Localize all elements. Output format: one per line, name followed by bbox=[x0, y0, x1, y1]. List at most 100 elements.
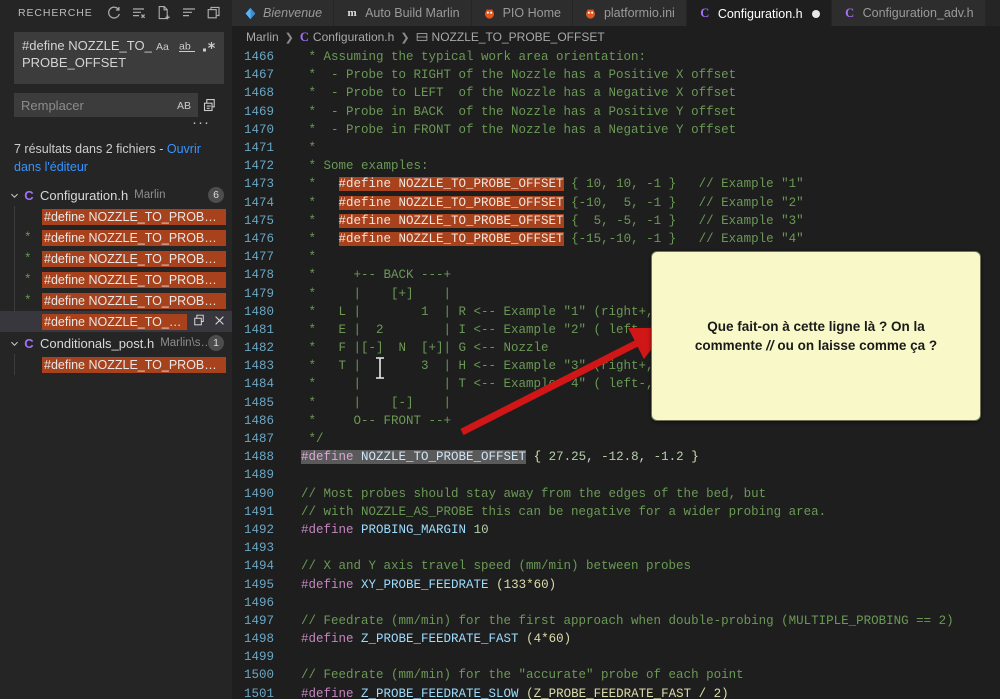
breadcrumb-item[interactable]: C Configuration.h bbox=[300, 30, 394, 45]
note-comment-marker: // bbox=[766, 338, 774, 353]
search-result-file-header[interactable]: C Conditionals_post.h Marlin\s… 1 bbox=[0, 332, 232, 354]
code-line[interactable]: 1491 // with NOZZLE_AS_PROBE this can be … bbox=[232, 503, 1000, 521]
search-result-match[interactable]: * #define NOZZLE_TO_PROBE_OFF… bbox=[0, 269, 232, 290]
code-line[interactable]: 1476 * #define NOZZLE_TO_PROBE_OFFSET {-… bbox=[232, 230, 1000, 248]
more-actions-row: ··· bbox=[14, 115, 224, 132]
code-line[interactable]: 1473 * #define NOZZLE_TO_PROBE_OFFSET { … bbox=[232, 175, 1000, 193]
code-line[interactable]: 1470 * - Probe in FRONT of the Nozzle ha… bbox=[232, 121, 1000, 139]
code-token: * +-- BACK ---+ bbox=[301, 268, 452, 283]
code-token: #define bbox=[301, 686, 354, 699]
code-line-text: * | [+] | bbox=[290, 287, 452, 301]
search-result-match[interactable]: #define NOZZLE_TO_PROBE_OFFSE… bbox=[0, 354, 232, 375]
open-in-editor-icon[interactable] bbox=[206, 5, 222, 21]
collapse-all-icon[interactable] bbox=[181, 5, 197, 21]
chevron-down-icon[interactable] bbox=[6, 190, 22, 201]
code-token: * F |[-] N [+]| G <-- Nozzle bbox=[301, 341, 549, 356]
code-token: * bbox=[301, 250, 317, 265]
search-result-match[interactable]: * #define NOZZLE_TO_PROBE_OFF… bbox=[0, 290, 232, 311]
code-line[interactable]: 1495 #define XY_PROBE_FEEDRATE (133*60) bbox=[232, 575, 1000, 593]
refresh-icon[interactable] bbox=[106, 5, 122, 21]
code-line[interactable]: 1492 #define PROBING_MARGIN 10 bbox=[232, 521, 1000, 539]
editor-tab[interactable]: Bienvenue bbox=[232, 0, 335, 26]
code-line[interactable]: 1466 * Assuming the typical work area or… bbox=[232, 48, 1000, 66]
line-number: 1482 bbox=[243, 341, 274, 356]
code-line-text: * #define NOZZLE_TO_PROBE_OFFSET {-15,-1… bbox=[290, 231, 804, 246]
code-line[interactable]: 1499 bbox=[232, 648, 1000, 666]
more-actions-button[interactable]: ··· bbox=[192, 115, 210, 132]
match-whole-word-icon[interactable]: ab bbox=[178, 38, 196, 54]
search-result-filepath: Marlin\s… bbox=[160, 337, 208, 349]
code-line-text: * Some examples: bbox=[290, 159, 429, 173]
preserve-case-icon[interactable]: AB bbox=[176, 97, 194, 113]
line-number: 1499 bbox=[243, 650, 274, 665]
code-token: * - Probe in FRONT of the Nozzle has a N… bbox=[301, 122, 737, 137]
code-line[interactable]: 1469 * - Probe in BACK of the Nozzle has… bbox=[232, 103, 1000, 121]
search-result-match[interactable]: * #define NOZZLE_TO_PROBE_OFF… bbox=[0, 248, 232, 269]
code-line[interactable]: 1472 * Some examples: bbox=[232, 157, 1000, 175]
breadcrumb-item[interactable]: Marlin bbox=[246, 30, 279, 44]
code-line[interactable]: 1474 * #define NOZZLE_TO_PROBE_OFFSET {-… bbox=[232, 194, 1000, 212]
search-result-file-header[interactable]: C Configuration.h Marlin 6 bbox=[0, 184, 232, 206]
match-actions bbox=[187, 313, 226, 330]
editor-tab[interactable]: PIO Home bbox=[471, 0, 573, 26]
code-line[interactable]: 1471 * bbox=[232, 139, 1000, 157]
dismiss-icon[interactable] bbox=[213, 314, 226, 330]
search-result-match[interactable]: #define NOZZLE_TO_PR… bbox=[0, 311, 232, 332]
code-line[interactable]: 1500 // Feedrate (mm/min) for the "accura… bbox=[232, 666, 1000, 684]
note-line-2-suffix: ou on laisse comme ça ? bbox=[773, 338, 938, 353]
code-token: Z_PROBE_FEEDRATE_FAST bbox=[361, 632, 519, 647]
line-number: 1472 bbox=[243, 159, 274, 174]
vscode-window: RECHERCHE #define NOZZLE_TO_PROBE_OFFSET… bbox=[0, 0, 1000, 699]
editor-tab[interactable]: m Auto Build Marlin bbox=[334, 0, 472, 26]
line-number: 1485 bbox=[243, 395, 274, 410]
code-line[interactable]: 1475 * #define NOZZLE_TO_PROBE_OFFSET { … bbox=[232, 212, 1000, 230]
search-field-row: #define NOZZLE_TO_PROBE_OFFSET Aa ab bbox=[14, 32, 224, 84]
search-result-match-group: #define NOZZLE_TO_PROBE_OFFSE… bbox=[0, 354, 232, 375]
line-number: 1500 bbox=[243, 668, 274, 683]
editor-tab[interactable]: platformio.ini bbox=[572, 0, 687, 26]
code-line-text: * bbox=[290, 141, 317, 155]
replace-icon[interactable] bbox=[193, 313, 207, 330]
clear-results-icon[interactable] bbox=[131, 5, 147, 21]
code-line[interactable]: 1487 */ bbox=[232, 430, 1000, 448]
code-line[interactable]: 1497 // Feedrate (mm/min) for the first a… bbox=[232, 612, 1000, 630]
search-match-highlight: #define NOZZLE_TO_PROBE_OFFSET bbox=[338, 213, 564, 228]
line-number: 1476 bbox=[243, 231, 274, 246]
svg-text:AB: AB bbox=[177, 100, 191, 112]
line-number: 1470 bbox=[243, 122, 274, 137]
code-line[interactable]: 1468 * - Probe to LEFT of the Nozzle has… bbox=[232, 84, 1000, 102]
code-line[interactable]: 1498 #define Z_PROBE_FEEDRATE_FAST (4*60) bbox=[232, 630, 1000, 648]
match-case-icon[interactable]: Aa bbox=[155, 38, 173, 54]
editor-tab[interactable]: C Configuration_adv.h bbox=[831, 0, 986, 26]
code-line[interactable]: 1496 bbox=[232, 594, 1000, 612]
editor-tab[interactable]: C Configuration.h bbox=[686, 0, 832, 26]
replace-input[interactable]: Remplacer AB bbox=[14, 93, 198, 117]
breadcrumb-item[interactable]: NOZZLE_TO_PROBE_OFFSET bbox=[416, 30, 605, 44]
search-result-filename: Configuration.h bbox=[40, 187, 129, 203]
code-token: -12.8 bbox=[601, 450, 639, 465]
code-line[interactable]: 1490 // Most probes should stay away from… bbox=[232, 485, 1000, 503]
code-token: * - Probe to LEFT of the Nozzle has a Ne… bbox=[301, 86, 737, 101]
breadcrumb-label: NOZZLE_TO_PROBE_OFFSET bbox=[431, 30, 605, 44]
unsaved-indicator[interactable] bbox=[811, 9, 820, 18]
code-line[interactable]: 1501 #define Z_PROBE_FEEDRATE_SLOW (Z_PRO… bbox=[232, 685, 1000, 699]
search-result-match[interactable]: * #define NOZZLE_TO_PROBE_OFF… bbox=[0, 227, 232, 248]
code-token: PROBING_MARGIN bbox=[361, 522, 467, 537]
editor-tab-label: platformio.ini bbox=[603, 6, 675, 20]
editor-tabbar: Bienvenue m Auto Build Marlin PIO Home platf… bbox=[232, 0, 1000, 26]
use-regex-icon[interactable] bbox=[201, 38, 219, 54]
code-line[interactable]: 1489 bbox=[232, 466, 1000, 484]
code-line[interactable]: 1488 #define NOZZLE_TO_PROBE_OFFSET { 27.… bbox=[232, 448, 1000, 466]
new-search-editor-icon[interactable] bbox=[156, 5, 172, 21]
code-line[interactable]: 1493 bbox=[232, 539, 1000, 557]
replace-all-icon[interactable] bbox=[202, 97, 220, 113]
match-comment-prefix: * bbox=[24, 272, 32, 287]
code-line[interactable]: 1467 * - Probe to RIGHT of the Nozzle ha… bbox=[232, 66, 1000, 84]
marlin-icon: m bbox=[347, 7, 357, 19]
chevron-down-icon[interactable] bbox=[6, 338, 22, 349]
search-result-match[interactable]: #define NOZZLE_TO_PROBE_OFFSE… bbox=[0, 206, 232, 227]
search-input[interactable]: #define NOZZLE_TO_PROBE_OFFSET Aa ab bbox=[14, 32, 224, 84]
code-line[interactable]: 1494 // X and Y axis travel speed (mm/min… bbox=[232, 557, 1000, 575]
code-token: } bbox=[691, 450, 699, 465]
